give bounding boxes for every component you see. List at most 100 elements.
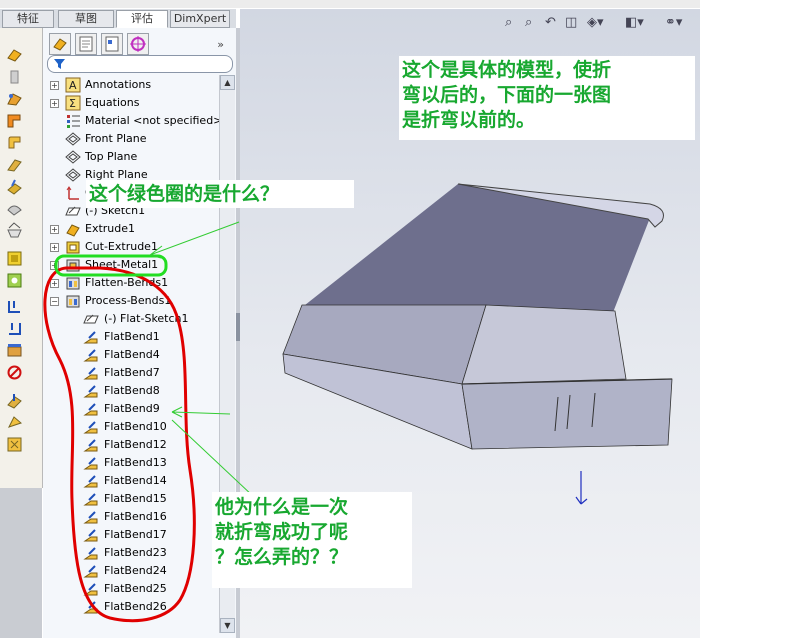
flatbend-icon xyxy=(83,329,99,345)
tree-item[interactable]: FlatBend17 xyxy=(43,526,219,544)
unfold-icon[interactable] xyxy=(6,320,23,337)
tree-item[interactable]: FlatBend9 xyxy=(43,400,219,418)
sheet-metal-flange-icon[interactable] xyxy=(6,272,23,289)
tab-evaluate[interactable]: 评估 xyxy=(116,10,168,28)
tree-item[interactable]: + Σ Equations xyxy=(43,94,219,112)
dimxpert-manager-tab[interactable] xyxy=(127,33,149,55)
extruded-boss-icon[interactable] xyxy=(6,46,23,63)
flatbend-icon xyxy=(83,491,99,507)
tree-item[interactable]: FlatBend25 xyxy=(43,580,219,598)
lofted-boss-icon[interactable] xyxy=(6,112,23,129)
tab-features[interactable]: 特征 xyxy=(2,10,54,28)
collapse-icon[interactable]: − xyxy=(50,297,59,306)
tree-item[interactable]: FlatBend24 xyxy=(43,562,219,580)
cut-extrude-icon xyxy=(65,239,81,255)
note-model-description: 这个是具体的模型，使折 弯以后的，下面的一张图 是折弯以前的。 xyxy=(399,56,695,140)
flatten-bends-icon xyxy=(65,275,81,291)
flatbend-icon xyxy=(83,545,99,561)
tab-sketch[interactable]: 草图 xyxy=(58,10,114,28)
tree-item-label: Process-Bends1 xyxy=(85,294,172,307)
expand-icon[interactable]: + xyxy=(50,261,59,270)
tree-item[interactable]: Front Plane xyxy=(43,130,219,148)
configuration-manager-tab[interactable] xyxy=(101,33,123,55)
expand-icon[interactable]: + xyxy=(50,243,59,252)
tree-item[interactable]: + Sheet-Metal1 xyxy=(43,256,219,274)
tree-item-label: Material <not specified> xyxy=(85,114,223,127)
note-bend-line-1: 他为什么是一次 xyxy=(215,496,349,518)
revolved-boss-icon[interactable] xyxy=(6,68,23,85)
tree-item[interactable]: FlatBend26 xyxy=(43,598,219,616)
sketch-icon xyxy=(83,311,99,327)
flatbend-icon xyxy=(83,581,99,597)
tab-dimxpert[interactable]: DimXpert xyxy=(170,10,230,28)
sheet-metal-icon xyxy=(65,257,81,273)
tree-item[interactable]: FlatBend14 xyxy=(43,472,219,490)
tree-filter-input[interactable] xyxy=(47,55,233,73)
equations-icon: Σ xyxy=(65,95,81,111)
feature-manager-panel: » + A Annotations + Σ Equations Material <not … xyxy=(43,28,237,638)
note-bend-question: 他为什么是一次 就折弯成功了呢 ？怎么弄的？？ xyxy=(212,492,412,588)
flatbend-icon xyxy=(83,347,99,363)
tree-item[interactable]: FlatBend15 xyxy=(43,490,219,508)
tree-item[interactable]: FlatBend1 xyxy=(43,328,219,346)
no-bends-icon[interactable] xyxy=(6,364,23,381)
rib-icon[interactable] xyxy=(6,178,23,195)
expand-icon[interactable]: + xyxy=(50,81,59,90)
tree-item[interactable]: FlatBend23 xyxy=(43,544,219,562)
note-model-line-2: 弯以后的，下面的一张图 xyxy=(402,84,612,106)
tree-item[interactable]: FlatBend8 xyxy=(43,382,219,400)
sheet-metal-base-icon[interactable] xyxy=(6,250,23,267)
scroll-up-icon[interactable]: ▲ xyxy=(220,75,235,90)
tree-item[interactable]: FlatBend13 xyxy=(43,454,219,472)
fillet-icon[interactable] xyxy=(6,134,23,151)
tree-item-label: Sheet-Metal1 xyxy=(85,258,159,271)
tree-item[interactable]: + A Annotations xyxy=(43,76,219,94)
tree-item-label: Extrude1 xyxy=(85,222,136,235)
tree-item-label: FlatBend16 xyxy=(104,510,167,523)
corner-relief-icon[interactable] xyxy=(6,414,23,431)
tree-item[interactable]: Top Plane xyxy=(43,148,219,166)
tree-item[interactable]: FlatBend10 xyxy=(43,418,219,436)
flatbend-icon xyxy=(83,563,99,579)
tree-item[interactable]: + Flatten-Bends1 xyxy=(43,274,219,292)
tree-item[interactable]: FlatBend4 xyxy=(43,346,219,364)
flatbend-icon xyxy=(83,419,99,435)
origin-icon xyxy=(65,185,81,201)
expand-icon[interactable]: + xyxy=(50,99,59,108)
tree-item-label: FlatBend8 xyxy=(104,384,160,397)
expand-icon[interactable]: + xyxy=(50,225,59,234)
flatbend-icon xyxy=(83,401,99,417)
tree-item[interactable]: + Extrude1 xyxy=(43,220,219,238)
tree-item-label: FlatBend13 xyxy=(104,456,167,469)
left-command-toolbar xyxy=(0,28,43,638)
vent-icon[interactable] xyxy=(6,436,23,453)
insert-bends-icon[interactable] xyxy=(6,298,23,315)
tree-item[interactable]: FlatBend7 xyxy=(43,364,219,382)
rip-icon[interactable] xyxy=(6,392,23,409)
model-front-wall xyxy=(461,378,673,450)
right-margin xyxy=(700,0,807,638)
feature-manager-tab[interactable] xyxy=(49,33,71,55)
flatbend-icon xyxy=(83,527,99,543)
tree-item-label: FlatBend23 xyxy=(104,546,167,559)
swept-boss-icon[interactable] xyxy=(6,90,23,107)
shell-icon[interactable] xyxy=(6,200,23,217)
property-manager-tab[interactable] xyxy=(75,33,97,55)
tree-item-label: FlatBend25 xyxy=(104,582,167,595)
tree-item[interactable]: FlatBend16 xyxy=(43,508,219,526)
chevron-right-icon[interactable]: » xyxy=(217,38,224,51)
chamfer-icon[interactable] xyxy=(6,156,23,173)
extrude-icon xyxy=(65,221,81,237)
tree-item[interactable]: − Process-Bends1 xyxy=(43,292,219,310)
tree-item-label: FlatBend15 xyxy=(104,492,167,505)
tree-item[interactable]: Material <not specified> xyxy=(43,112,223,130)
tree-item-label: FlatBend1 xyxy=(104,330,160,343)
flatten-icon[interactable] xyxy=(6,342,23,359)
expand-icon[interactable]: + xyxy=(50,279,59,288)
scroll-down-icon[interactable]: ▼ xyxy=(220,618,235,633)
tree-item[interactable]: FlatBend12 xyxy=(43,436,219,454)
tree-item[interactable]: + Cut-Extrude1 xyxy=(43,238,219,256)
tree-item[interactable]: (-) Flat-Sketch1 xyxy=(43,310,219,328)
flatbend-icon xyxy=(83,365,99,381)
draft-icon[interactable] xyxy=(6,222,23,239)
